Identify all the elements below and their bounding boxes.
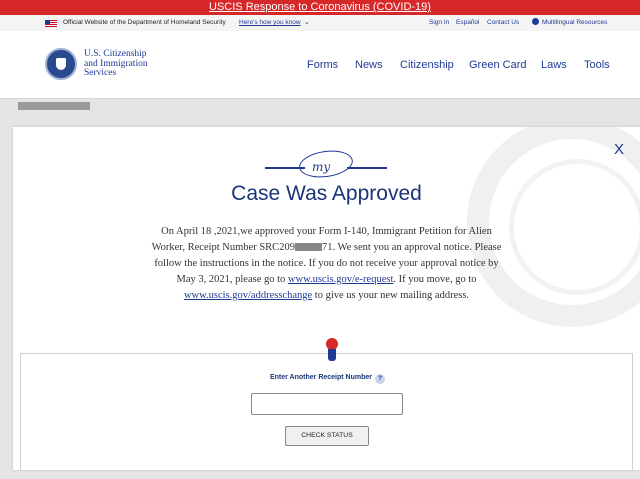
nav-news[interactable]: News [355, 59, 383, 71]
case-status-title: Case Was Approved [231, 182, 422, 205]
multilingual-link[interactable]: Multilingual Resources [542, 19, 607, 26]
close-icon[interactable]: X [614, 141, 624, 158]
description-text: follow the instructions in the notice. I… [154, 258, 499, 269]
redacted-receipt-digits [294, 243, 322, 251]
nav-forms[interactable]: Forms [307, 59, 338, 71]
nav-laws[interactable]: Laws [541, 59, 567, 71]
address-change-link[interactable]: www.uscis.gov/addresschange [184, 290, 312, 301]
description-line-1: On April 18 ,2021,we approved your Form … [13, 224, 640, 240]
description-line-5: www.uscis.gov/addresschange to give us y… [13, 288, 640, 304]
description-text: to give us your new mailing address. [312, 290, 470, 301]
nav-green-card[interactable]: Green Card [469, 59, 526, 71]
covid-alert-link[interactable]: USCIS Response to Coronavirus (COVID-19) [209, 1, 431, 13]
description-text: . If you move, go to [393, 274, 477, 285]
description-text: May 3, 2021, please go to [176, 274, 288, 285]
description-line-2: Worker, Receipt Number SRC209 71. We sent… [13, 240, 640, 256]
redacted-breadcrumb [18, 102, 90, 110]
us-flag-icon [45, 20, 57, 27]
receipt-lookup-panel: Enter Another Receipt Number? CHECK STAT… [20, 335, 634, 470]
dhs-seal-icon[interactable] [45, 48, 77, 80]
espanol-link[interactable]: Español [456, 19, 480, 26]
description-text: Worker, Receipt Number SRC209 [151, 242, 295, 253]
globe-icon [532, 18, 539, 25]
check-status-button[interactable]: CHECK STATUS [285, 426, 369, 446]
ornament-signature: my [312, 160, 331, 174]
receipt-number-input[interactable] [251, 393, 403, 415]
nav-citizenship[interactable]: Citizenship [400, 59, 454, 71]
chevron-down-icon[interactable]: ⌄ [304, 18, 310, 26]
uscis-logo-text[interactable]: U.S. Citizenship and Immigration Service… [84, 49, 194, 79]
official-website-text: Official Website of the Department of Ho… [63, 19, 226, 26]
covid-alert-bar[interactable]: USCIS Response to Coronavirus (COVID-19) [0, 0, 640, 15]
signature-ornament: my [265, 147, 387, 185]
e-request-link[interactable]: www.uscis.gov/e-request [288, 274, 393, 285]
sign-in-link[interactable]: Sign In [429, 19, 449, 26]
how-you-know-link[interactable]: Here's how you know [239, 19, 301, 26]
contact-us-link[interactable]: Contact Us [487, 19, 519, 26]
case-status-modal: X my Case Was Approved On April 18 ,2021… [13, 127, 640, 470]
description-line-4: May 3, 2021, please go to www.uscis.gov/… [13, 272, 640, 288]
torch-handle [328, 349, 336, 361]
description-text: 71. We sent you an approval notice. Plea… [321, 242, 502, 253]
ornament-line-right [347, 167, 387, 169]
logo-line-3: Services [84, 68, 117, 78]
site-header: U.S. Citizenship and Immigration Service… [0, 31, 640, 99]
description-line-3: follow the instructions in the notice. I… [13, 256, 640, 272]
torch-icon [323, 335, 341, 364]
case-status-description: On April 18 ,2021,we approved your Form … [13, 224, 640, 304]
utility-bar: Official Website of the Department of Ho… [0, 15, 640, 31]
receipt-label-text: Enter Another Receipt Number [269, 374, 373, 381]
receipt-label: Enter Another Receipt Number? [21, 374, 634, 384]
nav-tools[interactable]: Tools [584, 59, 610, 71]
help-icon[interactable]: ? [375, 374, 386, 384]
description-text: On April 18 ,2021,we approved your Form … [161, 226, 492, 237]
